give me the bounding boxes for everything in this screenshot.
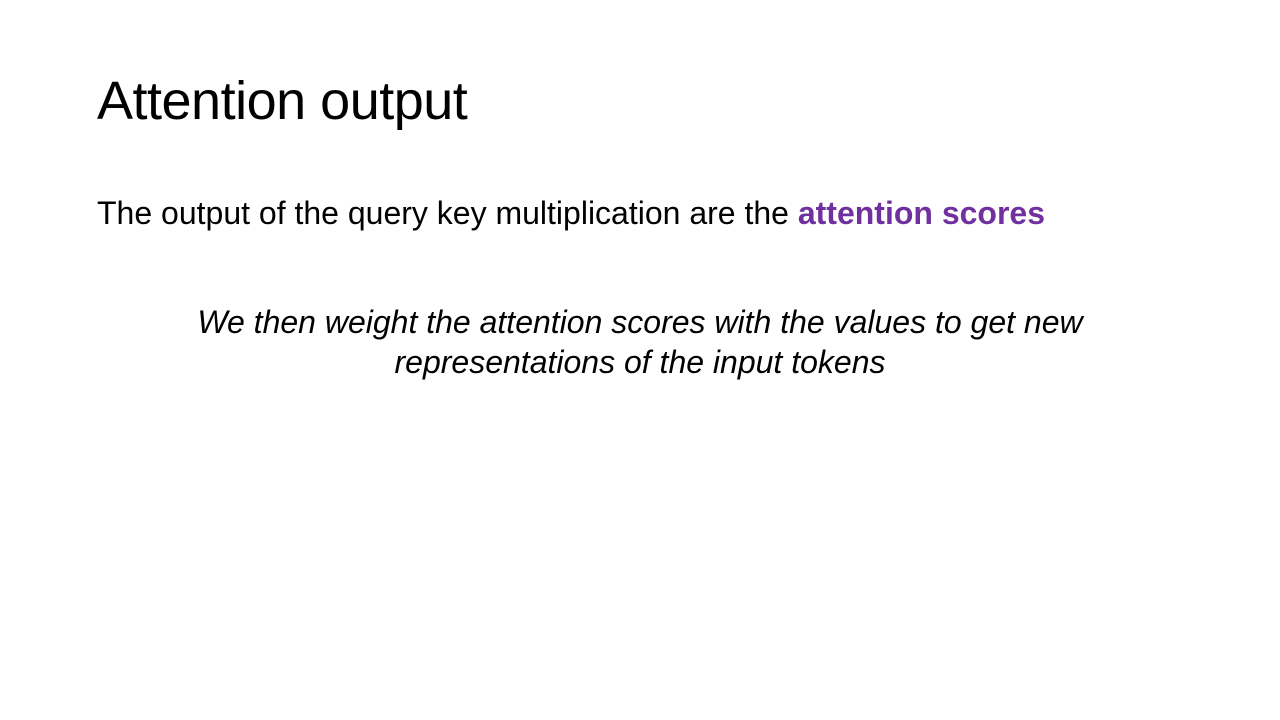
lead-paragraph: The output of the query key multiplicati… [97,193,1045,235]
slide-title: Attention output [97,71,468,131]
highlight-term: attention scores [797,195,1046,231]
slide: Attention output The output of the query… [0,0,1280,720]
italic-note: We then weight the attention scores with… [197,304,1083,380]
lead-text: The output of the query key multiplicati… [97,195,798,231]
